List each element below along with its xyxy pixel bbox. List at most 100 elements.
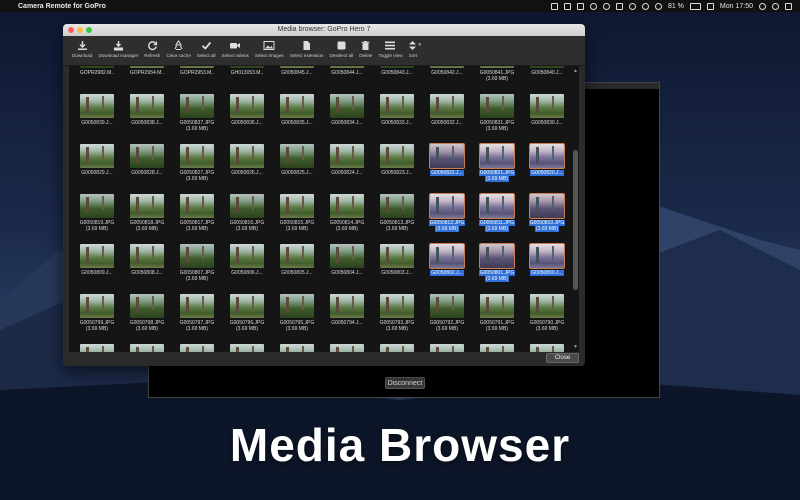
media-item[interactable]: G0050813.JPG (3.69 MB) bbox=[373, 194, 421, 232]
media-item[interactable]: G0050809.J... bbox=[73, 244, 121, 276]
media-item[interactable] bbox=[173, 344, 221, 352]
media-item[interactable]: G0050807.JPG (3.69 MB) bbox=[173, 244, 221, 282]
toolbar-clear-cache-button[interactable]: Clear cache bbox=[163, 39, 194, 58]
media-item[interactable]: G0050794.J... bbox=[323, 294, 371, 326]
media-item[interactable]: G0050839.J... bbox=[73, 94, 121, 126]
media-item[interactable]: G0050834.J... bbox=[323, 94, 371, 126]
media-item[interactable]: G0050796.JPG (3.69 MB) bbox=[223, 294, 271, 332]
toolbar-download-manager-button[interactable]: Download manager bbox=[95, 39, 141, 58]
media-browser-titlebar[interactable]: Media browser: GoPro Hero 7 bbox=[63, 24, 585, 36]
media-item[interactable]: G0050845.J... bbox=[273, 66, 321, 76]
media-item[interactable] bbox=[423, 344, 471, 352]
media-item[interactable]: G0050842.J... bbox=[423, 66, 471, 76]
media-item[interactable]: G0050797.JPG (3.69 MB) bbox=[173, 294, 221, 332]
app-name-menu[interactable]: Camera Remote for GoPro bbox=[18, 3, 106, 10]
media-item[interactable]: G0050830.J... bbox=[523, 94, 571, 126]
scroll-down-arrow-icon[interactable]: ▼ bbox=[573, 344, 578, 350]
media-item[interactable]: GOPR2953.M.. bbox=[173, 66, 221, 76]
media-item[interactable]: GOPR2982.M.. bbox=[73, 66, 121, 76]
media-item[interactable] bbox=[73, 344, 121, 352]
media-item[interactable]: G0050802.J... bbox=[423, 243, 471, 276]
media-item[interactable]: G0050821.JPG (3.69 MB) bbox=[473, 143, 521, 182]
media-grid[interactable]: GOPR2982.M.. GOPR2954.M.. GOPR2953.M.. GH01… bbox=[69, 66, 579, 352]
toolbar-toggle-view-button[interactable]: Toggle view bbox=[375, 39, 405, 58]
media-item[interactable]: G0050818.JPG (3.69 MB) bbox=[123, 194, 171, 232]
media-item[interactable]: GOPR2954.M.. bbox=[123, 66, 171, 76]
media-item[interactable]: G0050824.J... bbox=[323, 144, 371, 176]
media-item[interactable]: GH013053.M.. bbox=[223, 66, 271, 76]
media-item[interactable]: G0050814.JPG (3.69 MB) bbox=[323, 194, 371, 232]
media-item[interactable]: G0050815.JPG (3.69 MB) bbox=[273, 194, 321, 232]
media-item[interactable]: G0050828.J... bbox=[123, 144, 171, 176]
media-item[interactable]: G0050792.JPG (3.69 MB) bbox=[423, 294, 471, 332]
media-item[interactable]: G0050810.JPG (3.69 MB) bbox=[523, 193, 571, 232]
media-item[interactable] bbox=[523, 344, 571, 352]
media-item[interactable]: G0050812.JPG (3.69 MB) bbox=[423, 193, 471, 232]
media-item[interactable]: G0050795.JPG (3.69 MB) bbox=[273, 294, 321, 332]
toolbar-download-button[interactable]: Download bbox=[69, 39, 95, 58]
media-item[interactable]: G0050843.J... bbox=[373, 66, 421, 76]
media-item[interactable] bbox=[223, 344, 271, 352]
media-item[interactable]: G0050832.J... bbox=[423, 94, 471, 126]
notification-center-icon[interactable] bbox=[785, 2, 792, 10]
media-item[interactable]: G0050838.J... bbox=[123, 94, 171, 126]
flag-icon[interactable] bbox=[706, 2, 714, 10]
media-item[interactable]: G0050806.J... bbox=[223, 244, 271, 276]
media-item[interactable]: G0050837.JPG (3.69 MB) bbox=[173, 94, 221, 132]
media-item[interactable]: G0050825.J... bbox=[273, 144, 321, 176]
media-item[interactable]: G0050836.J... bbox=[223, 94, 271, 126]
media-item[interactable]: G0050817.JPG (3.69 MB) bbox=[173, 194, 221, 232]
media-item[interactable] bbox=[123, 344, 171, 352]
spotlight-icon[interactable] bbox=[759, 2, 766, 10]
toolbar-deselect-all-button[interactable]: Deselect all bbox=[326, 39, 356, 58]
tray-icon-3[interactable] bbox=[576, 2, 584, 10]
toolbar-delete-button[interactable]: Delete bbox=[356, 39, 375, 58]
sort-dropdown-icon[interactable]: ▾ bbox=[418, 42, 421, 48]
media-item[interactable] bbox=[373, 344, 421, 352]
volume-icon[interactable] bbox=[654, 2, 662, 10]
media-item[interactable]: G0050798.JPG (3.69 MB) bbox=[123, 294, 171, 332]
media-item[interactable]: G0050801.JPG (3.69 MB) bbox=[473, 243, 521, 282]
toolbar-select-videos-button[interactable]: Select videos bbox=[219, 39, 252, 58]
media-item[interactable]: G0050827.JPG (3.69 MB) bbox=[173, 144, 221, 182]
media-item[interactable]: G0050840.J... bbox=[523, 66, 571, 76]
scrollbar-thumb[interactable] bbox=[573, 150, 578, 290]
media-item[interactable] bbox=[323, 344, 371, 352]
timemachine-icon[interactable] bbox=[602, 2, 610, 10]
zoom-window-button[interactable] bbox=[86, 27, 92, 33]
tray-icon-1[interactable] bbox=[550, 2, 558, 10]
media-item[interactable]: G0050793.JPG (3.69 MB) bbox=[373, 294, 421, 332]
media-item[interactable]: G0050803.J... bbox=[373, 244, 421, 276]
media-item[interactable]: G0050808.J... bbox=[123, 244, 171, 276]
media-item[interactable]: G0050790.JPG (3.69 MB) bbox=[523, 294, 571, 332]
media-item[interactable]: G0050841.JPG (3.69 MB) bbox=[473, 66, 521, 82]
bluetooth-icon[interactable] bbox=[628, 2, 636, 10]
media-item[interactable]: G0050833.J... bbox=[373, 94, 421, 126]
media-item[interactable]: G0050826.J... bbox=[223, 144, 271, 176]
media-item[interactable]: G0050819.JPG (3.69 MB) bbox=[73, 194, 121, 232]
media-item[interactable]: G0050823.J... bbox=[373, 144, 421, 176]
toolbar-refresh-button[interactable]: Refresh bbox=[141, 39, 163, 58]
battery-icon[interactable] bbox=[689, 2, 701, 10]
media-item[interactable]: G0050820.J... bbox=[523, 143, 571, 176]
vertical-scrollbar[interactable]: ▲ ▼ bbox=[573, 68, 578, 350]
menubar-clock[interactable]: Mon 17:50 bbox=[720, 3, 753, 10]
media-item[interactable]: G0050829.J... bbox=[73, 144, 121, 176]
media-item[interactable]: G0050835.J... bbox=[273, 94, 321, 126]
disconnect-button[interactable]: Disconnect bbox=[385, 377, 425, 389]
media-item[interactable]: G0050799.JPG (3.69 MB) bbox=[73, 294, 121, 332]
media-item[interactable]: G0050805.J... bbox=[273, 244, 321, 276]
airplay-icon[interactable] bbox=[615, 2, 623, 10]
scroll-up-arrow-icon[interactable]: ▲ bbox=[573, 68, 578, 74]
toolbar-select-extension-button[interactable]: Select extension bbox=[287, 39, 327, 58]
media-item[interactable]: G0050800.J... bbox=[523, 243, 571, 276]
media-item[interactable]: G0050816.JPG (3.69 MB) bbox=[223, 194, 271, 232]
battery-percent[interactable]: 81 % bbox=[668, 3, 684, 10]
media-item[interactable]: G0050804.J... bbox=[323, 244, 371, 276]
close-window-button[interactable] bbox=[68, 27, 74, 33]
toolbar-select-images-button[interactable]: Select images bbox=[252, 39, 287, 58]
media-item[interactable]: G0050822.J... bbox=[423, 143, 471, 176]
tray-icon-2[interactable] bbox=[563, 2, 571, 10]
tray-icon-4[interactable] bbox=[589, 2, 597, 10]
media-item[interactable]: G0050811.JPG (3.69 MB) bbox=[473, 193, 521, 232]
